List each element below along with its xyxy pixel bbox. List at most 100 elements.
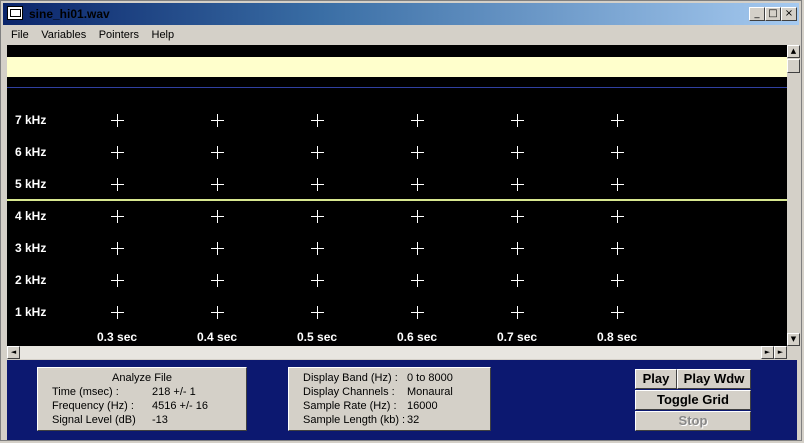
divider-line xyxy=(7,87,787,88)
scroll-down-arrow-icon[interactable]: ▼ xyxy=(787,333,800,346)
play-button[interactable]: Play xyxy=(635,369,677,389)
grid-cross-icon xyxy=(311,306,324,319)
grid-cross-icon xyxy=(511,274,524,287)
grid-cross-icon xyxy=(311,178,324,191)
grid-cross-icon xyxy=(511,114,524,127)
grid-cross-icon xyxy=(111,210,124,223)
grid-cross-icon xyxy=(211,306,224,319)
display-channels-key: Display Channels : xyxy=(303,386,395,398)
display-band-value: 0 to 8000 xyxy=(407,372,453,384)
frequency-marker-line[interactable] xyxy=(7,199,787,201)
grid-cross-icon xyxy=(111,178,124,191)
stop-button[interactable]: Stop xyxy=(635,411,751,431)
freq-label-2khz: 2 kHz xyxy=(15,273,47,287)
time-label-0-6: 0.6 sec xyxy=(397,330,438,344)
time-label-0-5: 0.5 sec xyxy=(297,330,338,344)
scroll-left-arrow-icon[interactable]: ◄ xyxy=(7,346,20,359)
grid-cross-icon xyxy=(111,242,124,255)
display-info-panel: Display Band (Hz) : 0 to 8000 Display Ch… xyxy=(288,367,491,431)
selection-highlight xyxy=(7,57,787,77)
frequency-value: 4516 +/- 16 xyxy=(152,400,208,412)
grid-cross-icon xyxy=(211,178,224,191)
grid-cross-icon xyxy=(411,114,424,127)
grid-cross-icon xyxy=(411,146,424,159)
grid-cross-icon xyxy=(111,306,124,319)
vertical-scrollbar[interactable]: ▲ ▼ xyxy=(787,45,800,346)
maximize-button[interactable]: □ xyxy=(765,7,781,21)
close-button[interactable]: × xyxy=(781,7,797,21)
analyze-file-panel: Analyze File Time (msec) : 218 +/- 1 Fre… xyxy=(37,367,247,431)
title-bar[interactable]: sine_hi01.wav _ □ × xyxy=(3,3,799,25)
grid-cross-icon xyxy=(211,146,224,159)
sample-rate-value: 16000 xyxy=(407,400,438,412)
scroll-right-end-arrow-icon[interactable]: ► xyxy=(774,346,787,359)
grid-cross-icon xyxy=(411,306,424,319)
grid-cross-icon xyxy=(311,114,324,127)
time-label-0-3: 0.3 sec xyxy=(97,330,138,344)
toggle-grid-button[interactable]: Toggle Grid xyxy=(635,390,751,410)
grid-cross-icon xyxy=(411,178,424,191)
freq-label-3khz: 3 kHz xyxy=(15,241,47,255)
grid-cross-icon xyxy=(311,242,324,255)
freq-label-6khz: 6 kHz xyxy=(15,145,47,159)
freq-label-4khz: 4 kHz xyxy=(15,209,47,223)
menu-bar: File Variables Pointers Help xyxy=(3,25,799,44)
control-panel-area: Analyze File Time (msec) : 218 +/- 1 Fre… xyxy=(7,360,797,440)
time-value: 218 +/- 1 xyxy=(152,386,196,398)
signal-level-value: -13 xyxy=(152,414,168,426)
grid-cross-icon xyxy=(311,274,324,287)
time-label-0-7: 0.7 sec xyxy=(497,330,538,344)
grid-cross-icon xyxy=(111,114,124,127)
grid-cross-icon xyxy=(411,274,424,287)
menu-help[interactable]: Help xyxy=(152,29,175,41)
freq-label-5khz: 5 kHz xyxy=(15,177,47,191)
frequency-key: Frequency (Hz) : xyxy=(52,400,134,412)
sample-length-value: 32 xyxy=(407,414,420,426)
sample-length-key: Sample Length (kb) : xyxy=(303,414,406,426)
time-label-0-4: 0.4 sec xyxy=(197,330,238,344)
horizontal-scrollbar[interactable]: ◄ ► ► xyxy=(7,346,787,359)
app-icon[interactable] xyxy=(7,6,23,20)
grid-cross-icon xyxy=(511,242,524,255)
grid-cross-icon xyxy=(611,274,624,287)
grid-cross-icon xyxy=(611,242,624,255)
grid-cross-icon xyxy=(311,146,324,159)
signal-level-key: Signal Level (dB) xyxy=(52,414,136,426)
grid-cross-icon xyxy=(411,242,424,255)
grid-cross-icon xyxy=(611,146,624,159)
minimize-button[interactable]: _ xyxy=(749,7,765,21)
grid-cross-icon xyxy=(211,114,224,127)
grid-cross-icon xyxy=(611,306,624,319)
main-window: sine_hi01.wav _ □ × File Variables Point… xyxy=(0,0,802,441)
grid-cross-icon xyxy=(211,242,224,255)
grid-cross-icon xyxy=(611,178,624,191)
grid-cross-icon xyxy=(611,114,624,127)
freq-label-7khz: 7 kHz xyxy=(15,113,47,127)
grid-cross-icon xyxy=(211,274,224,287)
grid-cross-icon xyxy=(411,210,424,223)
scroll-up-arrow-icon[interactable]: ▲ xyxy=(787,45,800,58)
grid-cross-icon xyxy=(511,178,524,191)
grid-cross-icon xyxy=(111,274,124,287)
menu-file[interactable]: File xyxy=(11,29,29,41)
window-title: sine_hi01.wav xyxy=(29,7,110,21)
time-label-0-8: 0.8 sec xyxy=(597,330,638,344)
display-channels-value: Monaural xyxy=(407,386,453,398)
grid-cross-icon xyxy=(511,146,524,159)
play-window-button[interactable]: Play Wdw xyxy=(677,369,751,389)
vertical-scroll-thumb[interactable] xyxy=(787,59,800,73)
freq-label-1khz: 1 kHz xyxy=(15,305,47,319)
display-band-key: Display Band (Hz) : xyxy=(303,372,398,384)
grid-cross-icon xyxy=(611,210,624,223)
menu-pointers[interactable]: Pointers xyxy=(99,29,139,41)
grid-cross-icon xyxy=(211,210,224,223)
grid-cross-icon xyxy=(511,210,524,223)
scroll-right-arrow-icon[interactable]: ► xyxy=(761,346,774,359)
analyze-file-title: Analyze File xyxy=(112,372,172,384)
grid-cross-icon xyxy=(111,146,124,159)
grid-cross-icon xyxy=(511,306,524,319)
sample-rate-key: Sample Rate (Hz) : xyxy=(303,400,397,412)
menu-variables[interactable]: Variables xyxy=(41,29,86,41)
time-key: Time (msec) : xyxy=(52,386,119,398)
spectrogram-canvas[interactable]: 7 kHz 6 kHz 5 kHz 4 kHz 3 kHz 2 kHz 1 kH… xyxy=(7,45,787,346)
